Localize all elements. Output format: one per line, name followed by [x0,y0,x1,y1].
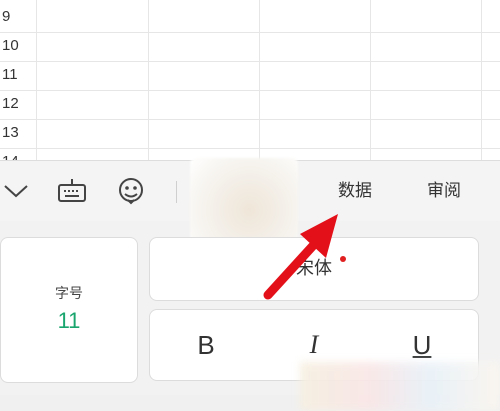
tab-review[interactable]: 审阅 [427,161,461,221]
blurred-overlay-bottom [300,362,500,411]
sheet-row[interactable]: 12 [0,89,500,120]
keyboard-icon[interactable] [54,173,90,209]
font-size-label: 字号 [55,286,83,302]
toolbar-separator [176,181,177,203]
bold-button[interactable]: B [150,310,262,380]
sheet-row[interactable]: 9 [0,2,500,33]
row-number[interactable]: 13 [0,118,38,148]
annotation-arrow-icon [263,214,338,300]
spreadsheet-grid[interactable]: 9 10 11 12 13 14 [0,0,500,160]
emoji-face-icon[interactable] [113,173,149,209]
sheet-row[interactable]: 11 [0,60,500,91]
row-number[interactable]: 14 [0,147,38,160]
sheet-row[interactable]: 13 [0,118,500,149]
row-number[interactable]: 10 [0,31,38,61]
row-number[interactable]: 9 [0,2,38,32]
row-number[interactable]: 11 [0,60,38,90]
chevron-down-icon[interactable] [0,173,34,209]
row-number[interactable]: 12 [0,89,38,119]
font-size-value: 11 [57,308,81,333]
font-size-panel[interactable]: 字号 11 [0,237,138,383]
sheet-row[interactable]: 10 [0,31,500,62]
